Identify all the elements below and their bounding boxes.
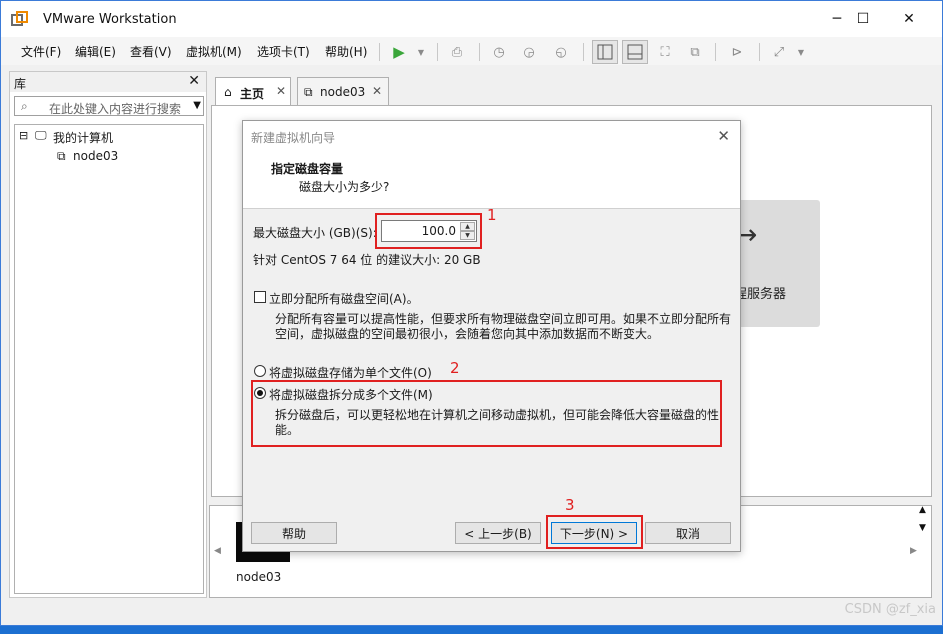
power-dropdown-icon[interactable]: ▼: [411, 42, 431, 62]
recommended-size-text: 针对 CentOS 7 64 位 的建议大小: 20 GB: [253, 253, 481, 267]
help-button[interactable]: 帮助: [251, 522, 337, 544]
annotation-number-2: 2: [450, 359, 460, 377]
annotation-number-3: 3: [565, 496, 575, 514]
scroll-left-icon[interactable]: ◀: [214, 546, 221, 556]
dialog-title-bar: 新建虚拟机向导 ✕: [243, 121, 740, 151]
annotation-box-1: [375, 213, 482, 249]
library-search-placeholder: 在此处键入内容进行搜索: [49, 102, 182, 116]
search-icon: ⌕: [21, 99, 28, 113]
maximize-button[interactable]: ☐: [840, 1, 886, 37]
back-button[interactable]: < 上一步(B): [455, 522, 541, 544]
toolbar-separator: [437, 43, 438, 61]
library-title: 库: [14, 77, 27, 91]
toolbar-separator: [583, 43, 584, 61]
power-on-icon[interactable]: ▶: [389, 42, 409, 62]
single-file-label[interactable]: 将虚拟磁盘存储为单个文件(O): [269, 364, 432, 381]
allocate-all-checkbox[interactable]: [254, 291, 266, 303]
stretch-guest-icon[interactable]: ⤢: [769, 42, 789, 62]
annotation-box-2: [251, 380, 722, 447]
menu-tabs[interactable]: 选项卡(T): [257, 43, 310, 60]
show-thumbnail-toggle[interactable]: [622, 40, 648, 64]
snapshot-icon[interactable]: ◷: [489, 42, 509, 62]
chevron-down-icon[interactable]: ▼: [193, 100, 201, 111]
computer-icon: 🖵: [35, 128, 47, 142]
menu-help[interactable]: 帮助(H): [325, 43, 367, 60]
single-file-radio[interactable]: [254, 365, 266, 377]
toolbar-separator: [715, 43, 716, 61]
window-title: VMware Workstation: [43, 12, 177, 27]
dialog-subheading: 磁盘大小为多少?: [299, 180, 390, 194]
unity-icon[interactable]: ⧉: [685, 42, 705, 62]
menu-bar: 文件(F) 编辑(E) 查看(V) 虚拟机(M) 选项卡(T) 帮助(H) ▶ …: [1, 37, 942, 65]
menu-view[interactable]: 查看(V): [130, 43, 172, 60]
title-bar: VMware Workstation ─ ☐ ✕: [1, 1, 942, 37]
home-icon: ⌂: [224, 85, 232, 99]
watermark: CSDN @zf_xia: [844, 602, 936, 617]
tab-home-close-icon[interactable]: ✕: [276, 84, 286, 98]
toolbar-separator: [479, 43, 480, 61]
vm-icon: ⧉: [304, 85, 313, 99]
library-search-input[interactable]: ⌕ 在此处键入内容进行搜索 ▼: [14, 96, 204, 116]
tab-home-label: 主页: [240, 87, 265, 101]
vm-thumbnail-label: node03: [236, 570, 282, 584]
tab-node03-label: node03: [320, 85, 366, 99]
annotation-number-1: 1: [487, 206, 497, 224]
tree-item-node03[interactable]: node03: [73, 149, 118, 163]
dialog-heading: 指定磁盘容量: [271, 162, 344, 176]
library-close-icon[interactable]: ✕: [188, 73, 200, 89]
menu-file[interactable]: 文件(F): [21, 43, 61, 60]
cancel-button[interactable]: 取消: [645, 522, 731, 544]
allocate-desc-line1: 分配所有容量可以提高性能，但要求所有物理磁盘空间立即可用。如果不立即分配所有: [275, 312, 732, 326]
new-vm-wizard-dialog: 新建虚拟机向导 ✕ 指定磁盘容量 磁盘大小为多少? 最大磁盘大小 (GB)(S)…: [242, 120, 741, 552]
connect-server-label: 程服务器: [734, 287, 787, 302]
close-button[interactable]: ✕: [886, 1, 932, 37]
tab-home[interactable]: ⌂ 主页 ✕: [215, 77, 291, 105]
scroll-right-icon[interactable]: ▶: [910, 546, 917, 556]
dialog-title: 新建虚拟机向导: [251, 131, 336, 145]
dialog-button-bar: 帮助 < 上一步(B) 下一步(N) > 取消: [243, 513, 740, 551]
annotation-box-3: [546, 515, 643, 549]
library-panel: 库 ✕ ⌕ 在此处键入内容进行搜索 ▼ ⊟ 🖵 我的计算机 ⧉ node03: [9, 71, 207, 598]
library-view-icon: [597, 44, 613, 60]
snapshot-manager-icon[interactable]: ◵: [551, 42, 571, 62]
tab-node03-close-icon[interactable]: ✕: [372, 84, 382, 98]
revert-snapshot-icon[interactable]: ◶: [519, 42, 539, 62]
stretch-dropdown-icon[interactable]: ▼: [791, 42, 811, 62]
tree-item-my-computer[interactable]: 我的计算机: [53, 129, 113, 146]
send-ctrl-alt-del-icon[interactable]: ⎙: [447, 42, 467, 62]
dialog-close-icon[interactable]: ✕: [717, 127, 730, 145]
allocate-all-label[interactable]: 立即分配所有磁盘空间(A)。: [269, 290, 419, 307]
status-bar: [1, 601, 942, 625]
tab-node03[interactable]: ⧉ node03 ✕: [297, 77, 389, 105]
scroll-up-icon[interactable]: ▲: [919, 505, 926, 515]
vm-icon: ⧉: [57, 149, 66, 163]
library-tree: ⊟ 🖵 我的计算机 ⧉ node03: [14, 124, 204, 594]
toolbar-separator: [379, 43, 380, 61]
scroll-down-icon[interactable]: ▼: [919, 523, 926, 533]
allocate-desc-line2: 空间，虚拟磁盘的空间最初很小，会随着您向其中添加数据而不断变大。: [275, 327, 660, 341]
toolbar-separator: [759, 43, 760, 61]
vmware-logo-icon: [11, 11, 28, 26]
menu-vm[interactable]: 虚拟机(M): [186, 43, 242, 60]
show-library-toggle[interactable]: [592, 40, 618, 64]
library-header: 库 ✕: [10, 72, 206, 92]
tree-collapse-toggle[interactable]: ⊟: [19, 129, 28, 142]
console-view-icon[interactable]: ⊳: [727, 42, 747, 62]
menu-edit[interactable]: 编辑(E): [75, 43, 116, 60]
thumbnail-view-icon: [627, 44, 643, 60]
full-screen-icon[interactable]: ⛶: [655, 42, 675, 62]
dialog-header: 指定磁盘容量 磁盘大小为多少?: [243, 151, 740, 209]
max-disk-size-label: 最大磁盘大小 (GB)(S):: [253, 226, 377, 240]
